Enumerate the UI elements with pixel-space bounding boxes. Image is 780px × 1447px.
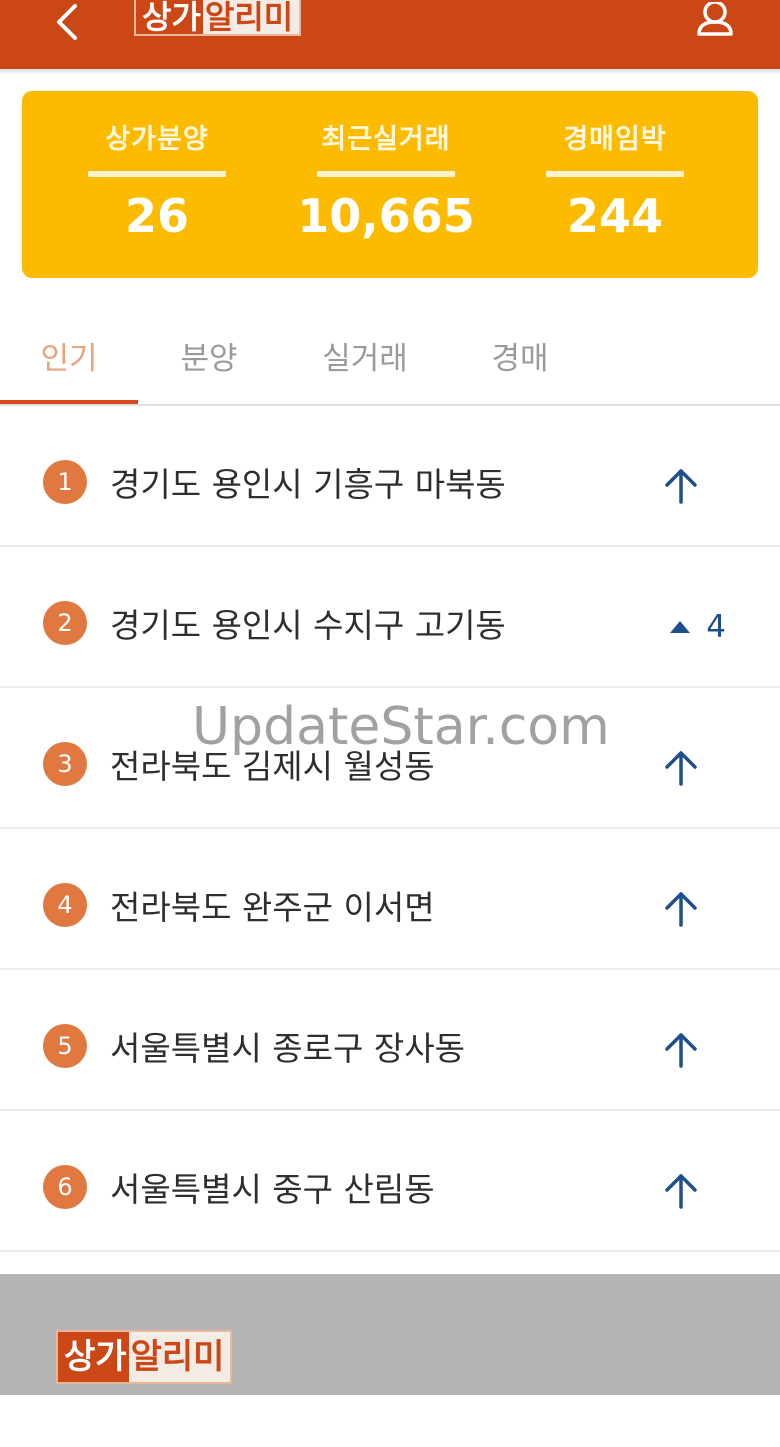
- user-icon: [697, 2, 733, 36]
- rank-badge: 2: [43, 601, 87, 645]
- footer-logo: 상가 알리미: [56, 1330, 233, 1384]
- stat-value: 26: [124, 189, 189, 243]
- tab-transactions[interactable]: 실거래: [298, 305, 432, 405]
- app-logo[interactable]: 상가 알리미: [134, 0, 302, 36]
- logo-text-part1: 상가: [58, 1332, 129, 1382]
- footer: 상가 알리미: [0, 1274, 780, 1395]
- arrow-up-icon: [656, 1169, 706, 1213]
- chevron-left-icon: [57, 4, 77, 40]
- stat-label: 경매임박: [563, 124, 667, 155]
- stat-auction-imminent[interactable]: 경매임박 244: [542, 91, 688, 278]
- stat-value: 244: [566, 189, 664, 243]
- logo-text-part2: 알리미: [202, 0, 300, 34]
- category-tabs: 인기 분양 실거래 경매: [0, 305, 780, 405]
- stat-recent-transactions[interactable]: 최근실거래 10,665: [297, 91, 475, 278]
- arrow-up-icon: [656, 887, 706, 931]
- stat-label: 상가분양: [105, 124, 209, 155]
- region-name: 전라북도 완주군 이서면: [110, 888, 435, 927]
- list-item[interactable]: 4 전라북도 완주군 이서면: [0, 829, 780, 970]
- triangle-up-icon: [670, 621, 691, 633]
- stat-divider: [317, 171, 455, 177]
- top-bar-shadow: [0, 69, 780, 75]
- region-name: 서울특별시 중구 산림동: [110, 1170, 435, 1209]
- rank-change: 4: [656, 605, 726, 649]
- arrow-up-icon: [656, 1028, 706, 1072]
- region-name: 경기도 용인시 수지구 고기동: [110, 606, 506, 645]
- region-name: 전라북도 김제시 월성동: [110, 747, 435, 786]
- user-button[interactable]: [690, 0, 740, 44]
- list-item[interactable]: 6 서울특별시 중구 산림동: [0, 1111, 780, 1252]
- arrow-up-icon: [656, 746, 706, 790]
- tab-auction[interactable]: 경매: [462, 305, 578, 405]
- rank-badge: 3: [43, 742, 87, 786]
- rank-change-value: 4: [706, 609, 726, 645]
- stat-divider: [546, 171, 684, 177]
- list-item[interactable]: 1 경기도 용인시 기흥구 마북동: [0, 406, 780, 547]
- stat-value: 10,665: [297, 189, 475, 243]
- back-button[interactable]: [38, 0, 94, 44]
- rank-badge: 4: [43, 883, 87, 927]
- stats-summary-card: 상가분양 26 최근실거래 10,665 경매임박 244: [22, 91, 758, 278]
- rank-badge: 5: [43, 1024, 87, 1068]
- top-app-bar: 상가 알리미: [0, 0, 780, 69]
- region-name: 서울특별시 종로구 장사동: [110, 1029, 465, 1068]
- list-item[interactable]: 5 서울특별시 종로구 장사동: [0, 970, 780, 1111]
- stat-label: 최근실거래: [321, 124, 451, 155]
- region-name: 경기도 용인시 기흥구 마북동: [110, 465, 506, 504]
- arrow-up-icon: [656, 464, 706, 508]
- list-item[interactable]: 2 경기도 용인시 수지구 고기동 4: [0, 547, 780, 688]
- list-item[interactable]: 3 전라북도 김제시 월성동: [0, 688, 780, 829]
- logo-text-part1: 상가: [136, 0, 203, 34]
- tab-popular[interactable]: 인기: [0, 305, 138, 405]
- stat-presale[interactable]: 상가분양 26: [84, 91, 230, 278]
- logo-text-part2: 알리미: [128, 1332, 231, 1382]
- rank-badge: 1: [43, 460, 87, 504]
- stat-divider: [88, 171, 226, 177]
- tab-presale[interactable]: 분양: [150, 305, 268, 405]
- rank-badge: 6: [43, 1165, 87, 1209]
